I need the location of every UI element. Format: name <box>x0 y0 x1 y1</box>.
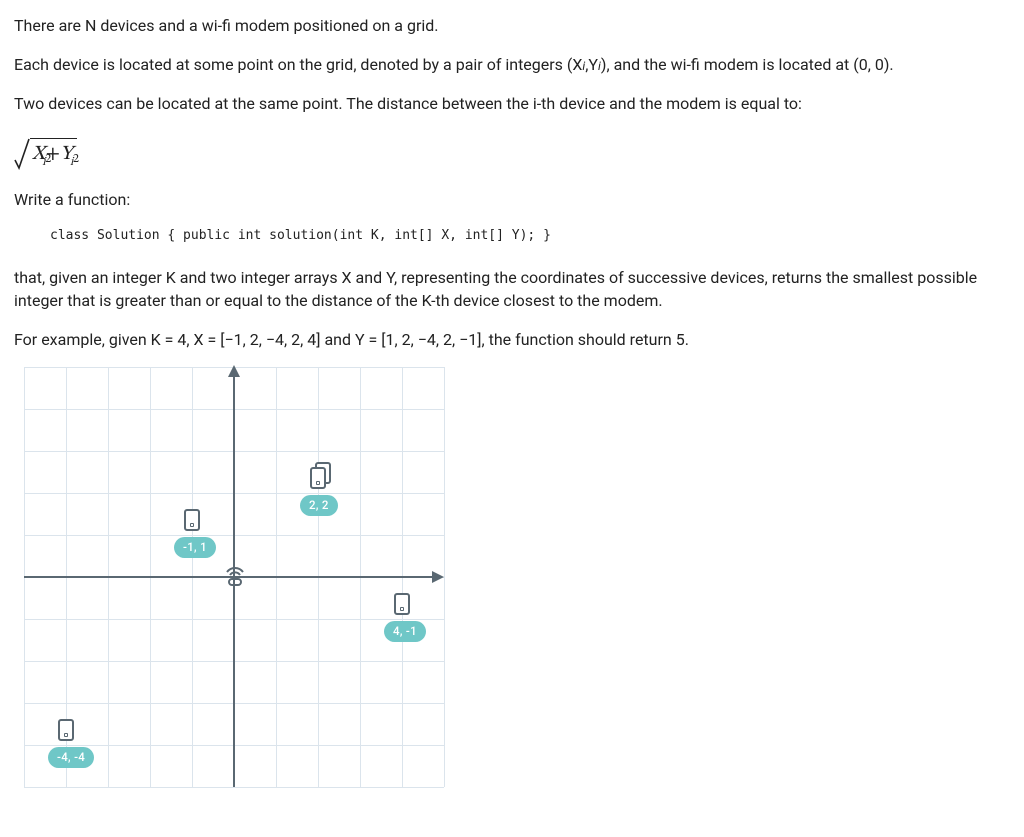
p2-part-b: ,Y <box>585 55 598 74</box>
device-icon <box>394 593 410 615</box>
code-signature: class Solution { public int solution(int… <box>50 227 1012 246</box>
formula-y-sub: i <box>70 154 73 171</box>
formula-plus: + <box>46 140 60 169</box>
coordinate-badge: -4, -4 <box>48 747 94 768</box>
paragraph-3: Two devices can be located at the same p… <box>14 92 1012 115</box>
modem-icon <box>222 563 248 589</box>
paragraph-2: Each device is located at some point on … <box>14 53 1012 76</box>
device-pair-icon <box>310 467 326 495</box>
distance-formula: X2i + Y2i <box>14 138 77 170</box>
sqrt-icon <box>14 138 30 170</box>
arrow-up-icon <box>228 365 240 377</box>
coordinate-grid-diagram: -1, 1 2, 2 4, -1 -4, -4 <box>24 367 444 787</box>
device-icon <box>58 719 74 741</box>
arrow-right-icon <box>432 571 444 583</box>
write-function-label: Write a function: <box>14 188 1012 211</box>
coordinate-badge: 2, 2 <box>300 495 338 516</box>
paragraph-4: that, given an integer K and two integer… <box>14 266 1012 312</box>
formula-x-sub: i <box>42 154 45 171</box>
device-icon <box>184 509 200 531</box>
document-page: There are N devices and a wi-fi modem po… <box>0 0 1024 827</box>
coordinate-badge: 4, -1 <box>384 621 426 642</box>
device-icon <box>310 467 326 489</box>
formula-y-sup: 2 <box>73 151 79 168</box>
grid-line-vertical <box>444 367 445 787</box>
grid-line-horizontal <box>24 787 444 788</box>
paragraph-5: For example, given K = 4, X = [−1, 2, −4… <box>14 328 1012 351</box>
coordinate-badge: -1, 1 <box>174 537 216 558</box>
p2-part-c: ), and the wi-fi modem is located at (0,… <box>601 55 894 74</box>
paragraph-1: There are N devices and a wi-fi modem po… <box>14 14 1012 37</box>
p2-part-a: Each device is located at some point on … <box>14 55 582 74</box>
